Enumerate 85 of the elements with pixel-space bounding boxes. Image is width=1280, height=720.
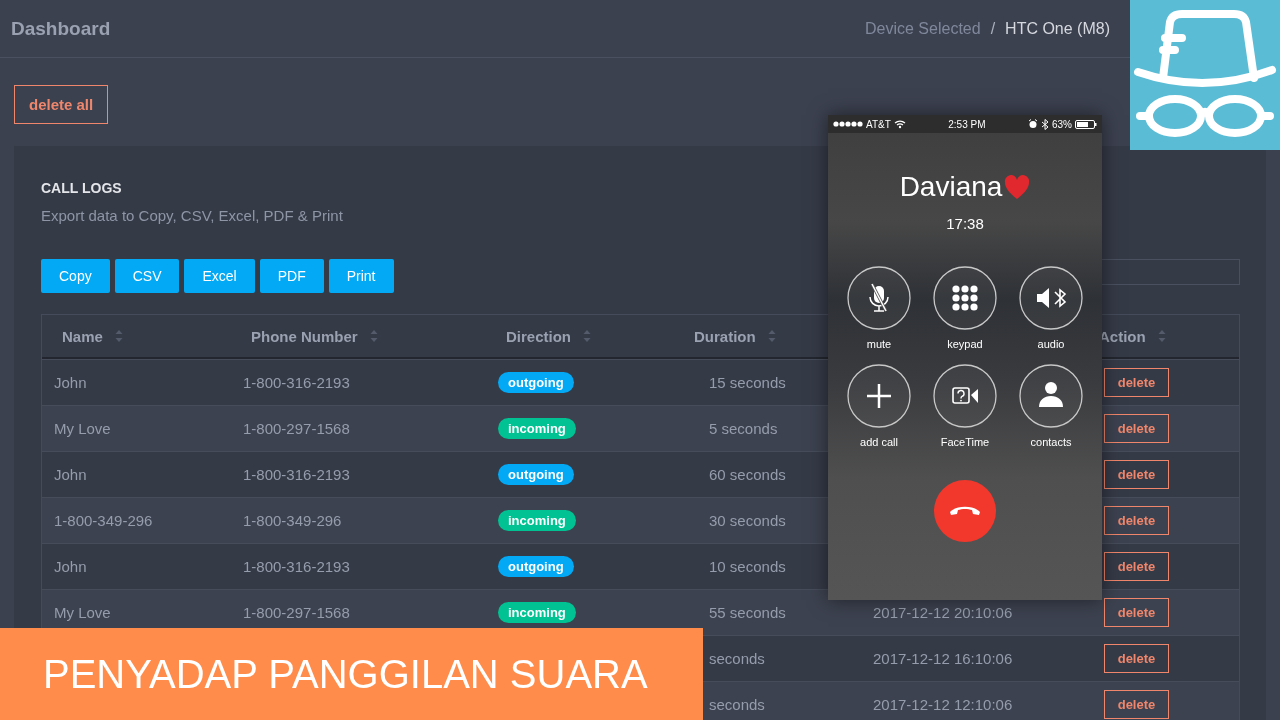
breadcrumb-current: HTC One (M8) [1005, 19, 1110, 38]
table-cell: 30 seconds [709, 512, 786, 529]
table-cell: 2017-12-12 16:10:06 [873, 650, 1013, 667]
sort-icon [583, 329, 591, 343]
delete-button[interactable]: delete [1104, 598, 1169, 627]
call-control-button[interactable]: keypad [922, 266, 1008, 352]
delete-button[interactable]: delete [1104, 552, 1169, 581]
direction-badge: outgoing [498, 464, 574, 485]
table-cell: John [54, 558, 87, 575]
export-button[interactable]: Copy [41, 259, 110, 293]
breadcrumb-separator: / [990, 19, 996, 38]
call-control-button[interactable]: mute [836, 266, 922, 352]
table-cell: 60 seconds [709, 466, 786, 483]
column-header[interactable]: Phone Number [251, 327, 358, 345]
table-cell: seconds [709, 696, 765, 713]
table-cell: John [54, 374, 87, 391]
battery-icon [1075, 119, 1097, 129]
column-header[interactable]: Duration [694, 327, 756, 345]
table-cell: seconds [709, 650, 765, 667]
export-button[interactable]: Print [328, 259, 394, 293]
phone-handset-icon [949, 506, 981, 516]
search-field[interactable] [1100, 259, 1240, 285]
status-time: 2:53 PM [948, 118, 986, 130]
sort-icon [369, 329, 378, 343]
export-button[interactable]: Excel [184, 259, 255, 293]
carrier-name: AT&T [866, 118, 891, 130]
table-cell: 1-800-297-1568 [243, 420, 350, 437]
table-cell: 1-800-316-2193 [243, 558, 350, 575]
call-control-button[interactable]: FaceTime [922, 364, 1008, 450]
table-cell: My Love [54, 420, 111, 437]
page-title: Dashboard [11, 17, 111, 40]
call-control-button[interactable]: add call [836, 364, 922, 450]
direction-badge: incoming [498, 510, 576, 531]
table-cell: 15 seconds [709, 374, 786, 391]
table-cell: 1-800-349-296 [243, 512, 342, 529]
sort-icon [1157, 329, 1166, 343]
card-subtitle: Export data to Copy, CSV, Excel, PDF & Print [41, 207, 343, 224]
table-cell: 2017-12-12 12:10:06 [873, 696, 1013, 713]
delete-button[interactable]: delete [1104, 414, 1169, 443]
table-cell: 5 seconds [709, 420, 778, 437]
table-cell: 1-800-349-296 [54, 512, 153, 529]
delete-button[interactable]: delete [1104, 460, 1169, 489]
delete-button[interactable]: delete [1104, 690, 1169, 719]
breadcrumb-link[interactable]: Device Selected [865, 19, 981, 38]
table-cell: 55 seconds [709, 604, 786, 621]
video-camera-icon [933, 364, 997, 428]
call-duration: 17:38 [946, 215, 984, 232]
delete-button[interactable]: delete [1104, 644, 1169, 673]
column-header[interactable]: Name [62, 327, 103, 345]
bluetooth-icon [1041, 118, 1049, 130]
direction-badge: incoming [498, 602, 576, 623]
direction-badge: outgoing [498, 372, 574, 393]
table-cell: 2017-12-12 20:10:06 [873, 604, 1013, 621]
table-cell: 1-800-316-2193 [243, 466, 350, 483]
table-cell: John [54, 466, 87, 483]
call-control-button[interactable]: audio [1008, 266, 1094, 352]
table-cell: 1-800-316-2193 [243, 374, 350, 391]
table-cell: My Love [54, 604, 111, 621]
column-header[interactable]: Direction [506, 327, 571, 345]
direction-badge: incoming [498, 418, 576, 439]
alarm-clock-icon [1028, 119, 1038, 129]
sort-icon [114, 329, 123, 343]
contact-silhouette-icon [1019, 364, 1083, 428]
export-button[interactable]: CSV [114, 259, 180, 293]
microphone-muted-icon [847, 266, 911, 330]
wifi-icon [893, 119, 906, 129]
delete-all-button[interactable]: delete all [14, 85, 109, 124]
column-header[interactable]: Action [1099, 327, 1146, 345]
keypad-icon [933, 266, 997, 330]
signal-dots-icon [833, 120, 863, 128]
caller-name: Daviana [899, 171, 1003, 203]
export-button[interactable]: PDF [259, 259, 324, 293]
direction-badge: outgoing [498, 556, 574, 577]
banner-title: PENYADAP PANGGILAN SUARA [43, 651, 648, 697]
plus-icon [847, 364, 911, 428]
speaker-bluetooth-icon [1019, 266, 1083, 330]
delete-button[interactable]: delete [1104, 506, 1169, 535]
battery-percentage: 63% [1052, 118, 1072, 130]
card-title: CALL LOGS [41, 180, 122, 196]
table-cell: 1-800-297-1568 [243, 604, 350, 621]
heart-icon [1004, 174, 1031, 200]
delete-button[interactable]: delete [1104, 368, 1169, 397]
call-control-button[interactable]: contacts [1008, 364, 1094, 450]
sort-icon [767, 329, 776, 343]
table-cell: 10 seconds [709, 558, 786, 575]
